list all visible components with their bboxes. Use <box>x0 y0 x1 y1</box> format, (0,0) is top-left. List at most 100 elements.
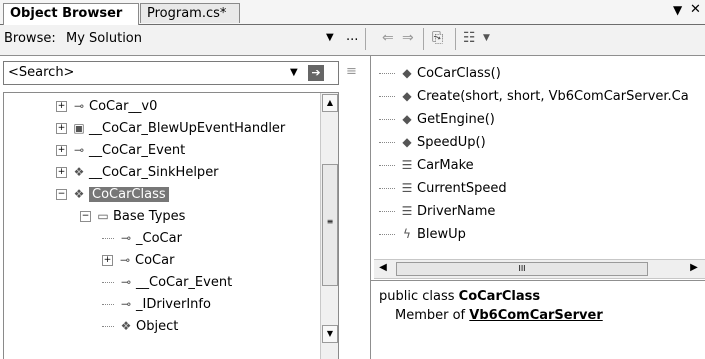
assembly-link[interactable]: Vb6ComCarServer <box>469 308 602 323</box>
search-input[interactable]: <Search> ▼ ➔ <box>3 61 339 85</box>
member-label: Create(short, short, Vb6ComCarServer.Ca <box>417 89 689 104</box>
document-tab-bar: Object Browser Program.cs* ▼ ✕ <box>0 0 705 25</box>
method-icon: ◆ <box>402 135 412 149</box>
settings-icon[interactable]: ☷ <box>463 30 476 46</box>
scroll-right-icon[interactable]: ▶ <box>687 261 701 275</box>
scroll-down-icon[interactable]: ▼ <box>322 325 338 343</box>
member-item[interactable]: ◆ CoCarClass() <box>379 62 501 84</box>
expand-icon[interactable]: + <box>56 123 67 134</box>
tree-connector <box>102 238 114 239</box>
property-icon: ☰ <box>401 158 413 172</box>
member-label: SpeedUp() <box>417 135 486 150</box>
interface-icon: ⊸ <box>120 297 132 311</box>
forward-arrow-icon[interactable]: ⇒ <box>402 30 414 46</box>
member-label: CarMake <box>417 158 474 173</box>
expand-icon[interactable]: + <box>56 167 67 178</box>
expand-icon[interactable]: + <box>56 145 67 156</box>
interface-icon: ⊸ <box>73 99 85 113</box>
delegate-icon: ▣ <box>73 121 85 135</box>
dropdown-arrow-icon[interactable]: ▼ <box>673 3 682 17</box>
method-icon: ◆ <box>402 89 412 103</box>
search-go-icon[interactable]: ➔ <box>308 65 324 81</box>
event-icon: ϟ <box>403 227 411 241</box>
folder-icon: ▭ <box>97 209 109 223</box>
tree-node[interactable]: ⊸ _IDriverInfo <box>102 293 211 315</box>
tree-node-selected[interactable]: − ❖ CoCarClass <box>56 183 169 205</box>
tree-node-label: __CoCar_Event <box>136 275 233 290</box>
tree-node-label: _CoCar <box>136 231 182 246</box>
expand-icon[interactable]: + <box>56 101 67 112</box>
search-placeholder: <Search> <box>8 65 75 80</box>
tree-node[interactable]: ❖ Object <box>102 315 178 337</box>
collapse-icon[interactable]: − <box>56 189 67 200</box>
browse-scope-select[interactable]: My Solution <box>66 31 142 46</box>
collapse-icon[interactable]: − <box>80 211 91 222</box>
member-item[interactable]: ◆ SpeedUp() <box>379 131 486 153</box>
tree-node-label: CoCar <box>135 253 175 268</box>
property-icon: ☰ <box>401 204 413 218</box>
property-icon: ☰ <box>401 181 413 195</box>
tree-connector <box>102 282 114 283</box>
member-item[interactable]: ☰ CurrentSpeed <box>379 177 507 199</box>
class-icon: ❖ <box>120 319 132 333</box>
tree-node-label: CoCarClass <box>89 187 169 202</box>
toolbar-separator <box>455 28 456 50</box>
member-item[interactable]: ϟ BlewUp <box>379 223 466 245</box>
tree-node[interactable]: + ⊸ __CoCar_Event <box>56 139 185 161</box>
tab-object-browser[interactable]: Object Browser <box>3 3 139 25</box>
signature-prefix: public class <box>379 289 459 304</box>
members-list: ◆ CoCarClass() ◆ Create(short, short, Vb6C… <box>379 62 705 252</box>
member-item[interactable]: ☰ CarMake <box>379 154 474 176</box>
tree-connector <box>102 326 114 327</box>
tree-node[interactable]: ⊸ __CoCar_Event <box>102 271 232 293</box>
tree-node[interactable]: + ❖ __CoCar_SinkHelper <box>56 161 219 183</box>
interface-icon: ⊸ <box>119 253 131 267</box>
chevron-down-icon[interactable]: ▼ <box>290 67 298 78</box>
method-icon: ◆ <box>402 112 412 126</box>
chevron-down-icon[interactable]: ▼ <box>483 33 490 43</box>
scrollbar-thumb[interactable]: ≡ <box>322 164 338 286</box>
tree-node[interactable]: − ▭ Base Types <box>80 205 185 227</box>
description-pane: public class CoCarClass Member of Vb6Com… <box>371 280 705 359</box>
chevron-down-icon[interactable]: ▼ <box>326 32 334 43</box>
member-label: CurrentSpeed <box>417 181 507 196</box>
class-icon: ❖ <box>73 187 85 201</box>
close-icon[interactable]: ✕ <box>690 2 701 17</box>
signature-class-name: CoCarClass <box>458 289 541 304</box>
browse-toolbar: Browse: My Solution ▼ ... ⇐ ⇒ ⎘ ☷ ▼ <box>0 25 705 56</box>
member-item[interactable]: ☰ DriverName <box>379 200 495 222</box>
tree-node[interactable]: ⊸ _CoCar <box>102 227 182 249</box>
member-of-prefix: Member of <box>395 308 470 323</box>
toolbar-separator <box>365 28 366 50</box>
members-horizontal-scrollbar[interactable]: ◀ III ▶ <box>374 259 705 279</box>
expand-icon[interactable]: + <box>102 255 113 266</box>
browse-label: Browse: <box>4 31 56 46</box>
tree-vertical-scrollbar[interactable]: ▲ ≡ ▼ <box>320 93 338 359</box>
tree-node-label: __CoCar_Event <box>89 143 186 158</box>
add-reference-icon[interactable]: ⎘ <box>432 30 443 46</box>
tree-node[interactable]: + ▣ __CoCar_BlewUpEventHandler <box>56 117 285 139</box>
member-item[interactable]: ◆ GetEngine() <box>379 108 495 130</box>
member-label: DriverName <box>417 204 496 219</box>
interface-icon: ⊸ <box>120 275 132 289</box>
scroll-left-icon[interactable]: ◀ <box>376 261 390 275</box>
objects-pane: <Search> ▼ ➔ ≡ + ⊸ CoCar__v0 + ▣ __CoCar_Ble… <box>0 56 371 359</box>
tree-node[interactable]: + ⊸ CoCar <box>102 249 174 271</box>
browse-more-button[interactable]: ... <box>346 29 358 44</box>
back-arrow-icon[interactable]: ⇐ <box>382 30 394 46</box>
clear-search-icon[interactable]: ≡ <box>346 64 362 80</box>
tree-node-label: CoCar__v0 <box>89 99 158 114</box>
scrollbar-thumb[interactable]: III <box>396 262 648 276</box>
description-signature: public class CoCarClass <box>379 289 540 304</box>
member-label: BlewUp <box>417 227 466 242</box>
tree-node[interactable]: + ⊸ CoCar__v0 <box>56 95 157 117</box>
objects-tree: + ⊸ CoCar__v0 + ▣ __CoCar_BlewUpEventHandler… <box>3 92 339 359</box>
tree-node-label: Object <box>136 319 179 334</box>
interface-icon: ⊸ <box>120 231 132 245</box>
members-pane: ◆ CoCarClass() ◆ Create(short, short, Vb6C… <box>371 56 705 359</box>
member-item[interactable]: ◆ Create(short, short, Vb6ComCarServer.Ca <box>379 85 689 107</box>
tab-program-cs[interactable]: Program.cs* <box>140 3 240 23</box>
tree-node-label: __CoCar_BlewUpEventHandler <box>89 121 286 136</box>
scroll-up-icon[interactable]: ▲ <box>322 94 338 112</box>
tree-node-label: Base Types <box>113 209 186 224</box>
